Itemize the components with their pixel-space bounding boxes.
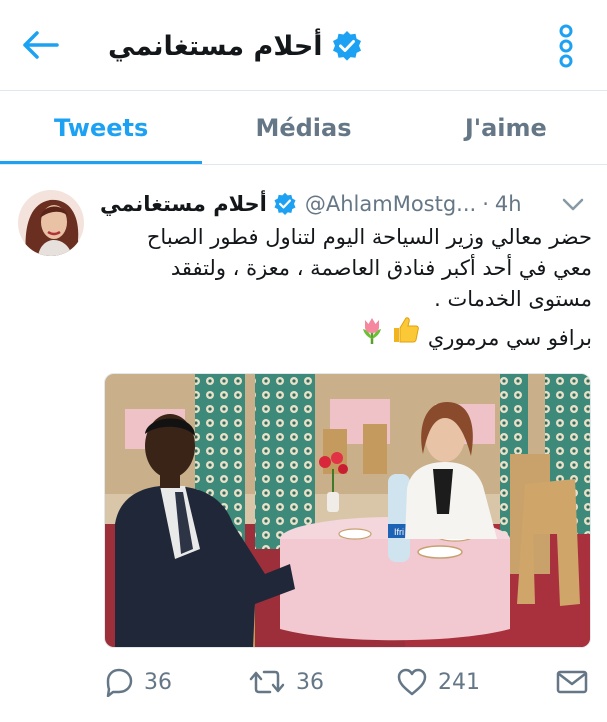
tweet-photo[interactable]: Ifri — [104, 373, 591, 648]
more-options-button[interactable] — [552, 22, 580, 70]
avatar[interactable] — [18, 190, 84, 256]
profile-header: أحلام مستغانمي — [0, 0, 607, 90]
direct-message-button[interactable] — [556, 660, 588, 704]
tweet-header: أحلام مستغانمي @AhlamMostg... · 4h — [100, 188, 595, 220]
retweet-count: 36 — [296, 669, 324, 695]
like-button[interactable]: 241 — [396, 660, 480, 704]
verified-badge-icon — [332, 31, 361, 61]
separator-dot: · — [482, 192, 489, 216]
arrow-left-icon — [23, 31, 59, 59]
tweet-author-name[interactable]: أحلام مستغانمي — [100, 192, 267, 216]
verified-badge-icon — [274, 192, 296, 215]
thumbs-up-icon — [394, 317, 420, 343]
tweet-text-line: برافو سي مرموري — [427, 326, 592, 350]
tweet-actions: 36 36 241 — [100, 660, 600, 704]
reply-icon — [106, 668, 133, 697]
back-button[interactable] — [18, 22, 64, 68]
retweet-button[interactable]: 36 — [248, 660, 324, 704]
tweet-text-line: حضر معالي وزير السياحة اليوم لتناول فطور… — [146, 225, 592, 249]
tweet-text: حضر معالي وزير السياحة اليوم لتناول فطور… — [100, 222, 592, 354]
tab-tweets[interactable]: Tweets — [0, 91, 203, 164]
reply-count: 36 — [144, 669, 172, 695]
like-count: 241 — [438, 669, 480, 695]
tweet-menu-button[interactable] — [560, 194, 586, 216]
retweet-icon — [249, 670, 285, 694]
header-name: أحلام مستغانمي — [108, 30, 323, 62]
heart-icon — [397, 668, 427, 696]
chevron-down-icon — [562, 198, 584, 211]
tweet-timestamp[interactable]: 4h — [495, 192, 522, 216]
tweet-handle[interactable]: @AhlamMostg... — [305, 192, 476, 216]
tulip-icon — [363, 318, 382, 344]
envelope-icon — [556, 670, 588, 694]
tab-jaime[interactable]: J'aime — [405, 91, 607, 164]
tab-medias[interactable]: Médias — [202, 91, 404, 164]
header-title: أحلام مستغانمي — [108, 26, 363, 66]
tweet-text-line: مستوى الخدمات . — [434, 287, 592, 311]
vertical-dots-icon — [559, 24, 573, 68]
profile-tabs: Tweets Médias J'aime — [0, 91, 607, 164]
tweet-text-line: معي في أحد أكبر فنادق العاصمة ، معزة ، و… — [170, 256, 592, 280]
photo-restaurant-table: Ifri — [105, 374, 590, 647]
reply-button[interactable]: 36 — [102, 660, 172, 704]
bottle-label: Ifri — [394, 527, 404, 537]
tabs-divider — [0, 164, 607, 165]
avatar-image — [18, 190, 84, 256]
